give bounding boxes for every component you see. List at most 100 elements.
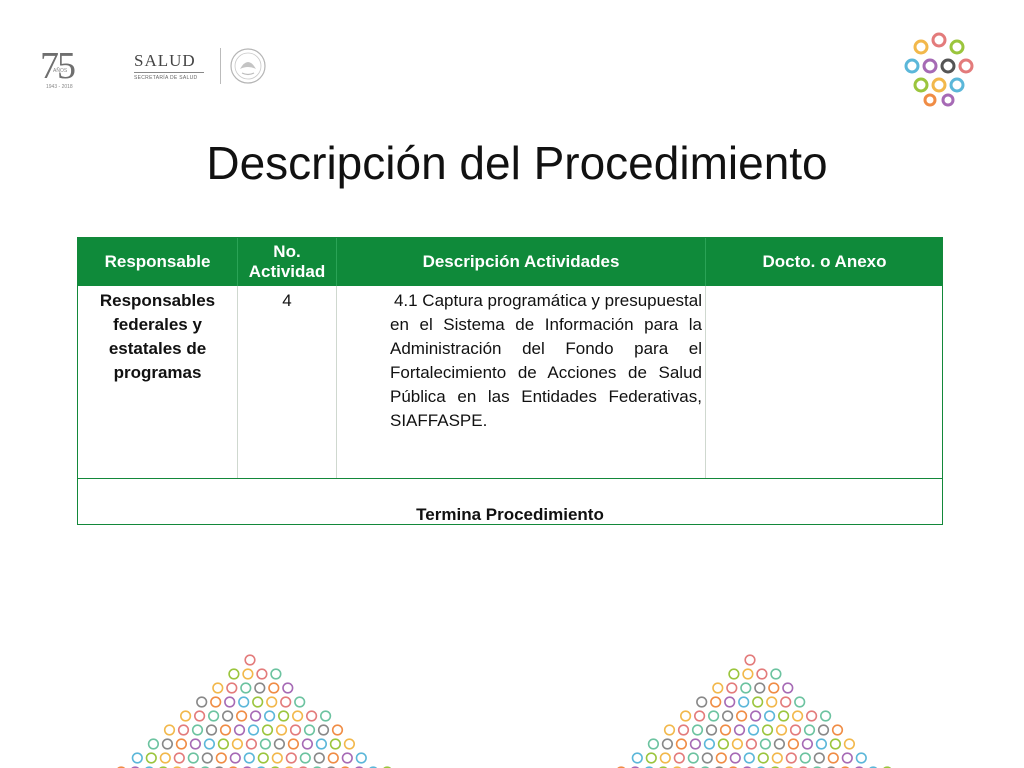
pattern-ring: [766, 696, 778, 708]
pattern-ring: [771, 752, 783, 764]
header-descripcion: Descripción Actividades: [422, 252, 620, 271]
pattern-ring: [661, 738, 673, 750]
pattern-ring: [233, 724, 246, 736]
pattern-ring: [191, 724, 204, 736]
pattern-ring: [287, 738, 300, 750]
header-divider: [705, 238, 706, 286]
anniversary-years: 1943 - 2018: [46, 84, 73, 90]
pattern-ring: [280, 696, 292, 708]
pattern-ring: [289, 724, 302, 736]
pattern-ring: [841, 752, 853, 764]
pattern-ring: [238, 696, 250, 708]
pattern-ring: [708, 710, 720, 722]
pattern-ring: [244, 654, 256, 666]
salud-underline: [134, 71, 204, 73]
pattern-ring: [203, 738, 215, 750]
pattern-ring: [733, 724, 746, 736]
pattern-ring: [147, 738, 159, 750]
pattern-ring: [205, 724, 218, 736]
pattern-ring: [743, 752, 755, 764]
pattern-ring: [803, 724, 816, 736]
pattern-ring: [761, 724, 774, 736]
pattern-ring: [226, 682, 238, 694]
header-logos: 75 AÑOS 1943 - 2018 SALUD SECRETARÍA DE …: [40, 42, 267, 90]
procedure-end-label: Termina Procedimiento: [416, 505, 604, 524]
pattern-ring: [355, 752, 367, 764]
pattern-ring: [754, 682, 766, 694]
pattern-ring: [801, 738, 814, 750]
pattern-ring: [789, 724, 802, 736]
pattern-ring: [768, 682, 780, 694]
anniversary-number: 75: [40, 45, 76, 87]
pattern-ring: [647, 738, 659, 750]
pattern-ring: [715, 752, 727, 764]
pattern-ring: [740, 682, 752, 694]
pattern-ring: [242, 668, 254, 680]
pattern-ring: [785, 752, 797, 764]
pattern-ring: [843, 738, 856, 750]
pattern-ring: [131, 752, 143, 764]
pattern-ring: [313, 752, 325, 764]
pattern-ring: [677, 724, 690, 736]
pattern-ring: [757, 752, 769, 764]
pattern-ring: [855, 752, 867, 764]
procedure-table: Responsable No. Actividad Descripción Ac…: [77, 237, 943, 525]
pattern-ring: [728, 668, 740, 680]
pattern-ring: [331, 724, 344, 736]
column-divider: [336, 286, 337, 478]
pattern-ring: [817, 724, 830, 736]
anniversary-logo: 75 AÑOS 1943 - 2018: [40, 45, 86, 90]
pattern-ring: [775, 724, 788, 736]
pattern-ring: [278, 710, 290, 722]
pattern-ring: [717, 738, 729, 750]
pattern-ring: [228, 668, 240, 680]
column-divider: [705, 286, 706, 478]
pattern-ring: [799, 752, 811, 764]
pattern-ring: [694, 710, 706, 722]
pattern-ring: [177, 724, 190, 736]
pattern-ring: [327, 752, 339, 764]
pattern-ring: [747, 724, 760, 736]
logo-divider: [220, 48, 221, 84]
pattern-ring: [254, 682, 266, 694]
header-divider: [237, 238, 238, 286]
pattern-ring: [794, 696, 806, 708]
pattern-ring: [217, 738, 229, 750]
pattern-ring: [696, 696, 708, 708]
pattern-ring: [722, 710, 734, 722]
pattern-ring: [680, 710, 692, 722]
pattern-ring: [770, 668, 782, 680]
pattern-ring: [315, 738, 328, 750]
pattern-ring: [736, 710, 748, 722]
decorative-pattern-left: [117, 654, 392, 768]
cell-numero: 4: [282, 291, 292, 310]
pattern-ring: [240, 682, 252, 694]
table-header: Responsable No. Actividad Descripción Ac…: [78, 238, 942, 286]
pattern-ring: [161, 738, 173, 750]
pattern-ring: [219, 724, 232, 736]
pattern-ring: [306, 710, 318, 722]
pattern-ring: [261, 724, 274, 736]
pattern-ring: [703, 738, 715, 750]
pattern-ring: [259, 738, 271, 750]
pattern-ring: [815, 738, 828, 750]
header-no-actividad: No. Actividad: [248, 242, 326, 281]
pattern-ring: [343, 738, 356, 750]
pattern-ring: [687, 752, 699, 764]
pattern-ring: [773, 738, 785, 750]
pattern-ring: [724, 696, 736, 708]
pattern-ring: [806, 710, 818, 722]
pattern-ring: [250, 710, 262, 722]
pattern-ring: [189, 738, 201, 750]
pattern-ring: [759, 738, 771, 750]
pattern-ring: [273, 738, 285, 750]
pattern-ring: [738, 696, 750, 708]
pattern-ring: [831, 724, 844, 736]
pattern-ring: [294, 696, 306, 708]
pattern-ring: [691, 724, 704, 736]
pattern-ring: [247, 724, 260, 736]
pattern-ring: [173, 752, 185, 764]
pattern-ring: [268, 682, 280, 694]
page-title: Descripción del Procedimiento: [206, 137, 828, 189]
pattern-ring: [252, 696, 264, 708]
